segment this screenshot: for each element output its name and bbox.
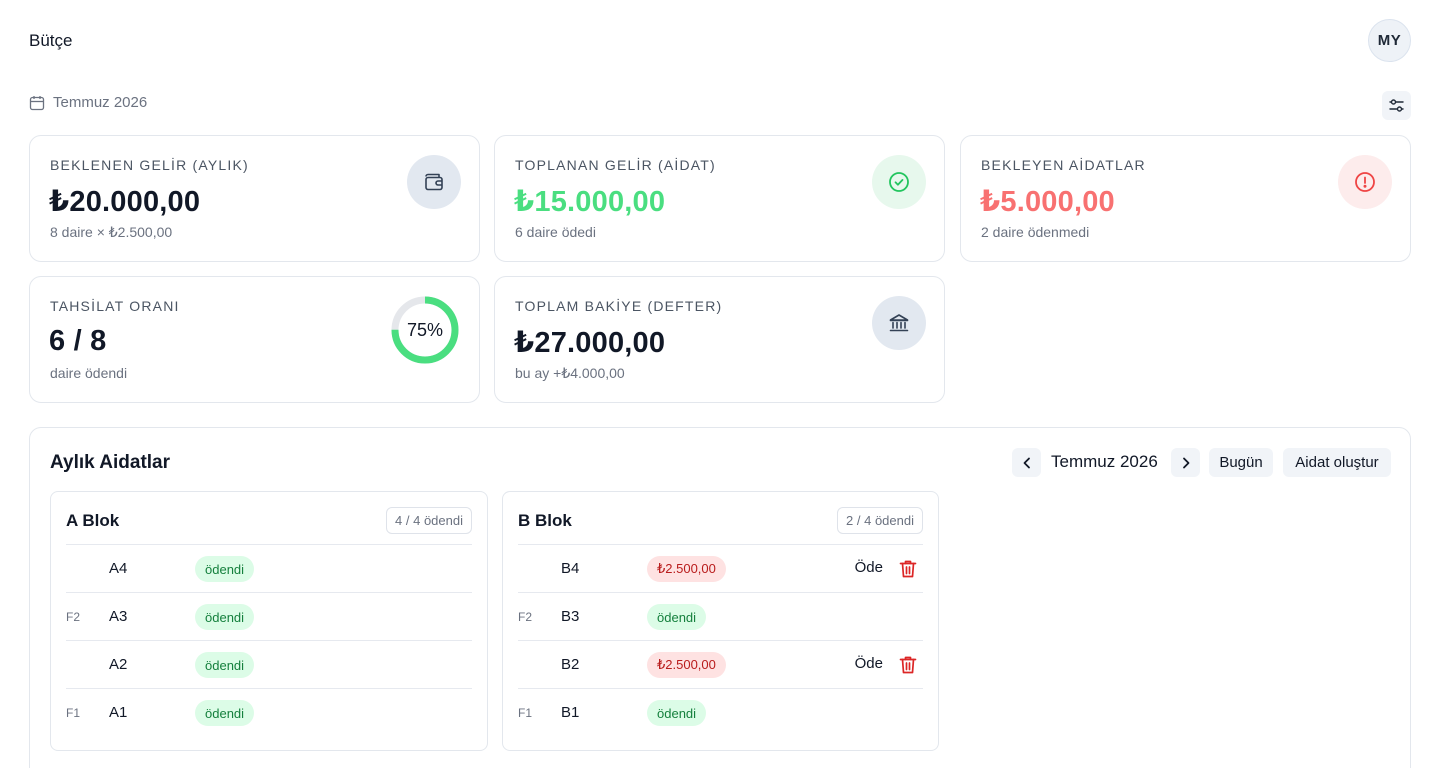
monthly-dues-section: Aylık Aidatlar Temmuz 2026 Bugün Aidat o… [29, 427, 1411, 768]
chevron-left-icon [1023, 457, 1030, 468]
next-month-button[interactable] [1171, 448, 1200, 477]
card-subtitle: 2 daire ödenmedi [981, 224, 1090, 240]
unit-row: A4 ödendi [66, 544, 472, 592]
card-label: TAHSİLAT ORANI [50, 298, 180, 314]
alert-circle-icon [1338, 155, 1392, 209]
card-value: ₺15.000,00 [514, 186, 666, 218]
card-subtitle: daire ödendi [50, 365, 128, 381]
amount-due-badge: ₺2.500,00 [647, 556, 726, 582]
sliders-icon [1389, 99, 1404, 112]
unit-label: B1 [561, 704, 580, 721]
unit-row: B2 ₺2.500,00 Öde [518, 640, 923, 688]
top-bar: Bütçe MY [0, 0, 1440, 82]
block-unit-list: A4 ödendi F2 A3 ödendi A2 ödendi F1 A1 ö… [66, 544, 472, 736]
block-card-b: B Blok 2 / 4 ödendi B4 ₺2.500,00 Öde F2 … [502, 491, 939, 751]
collection-rate-card: TAHSİLAT ORANI 6 / 8 daire ödendi 75% [29, 276, 480, 403]
status-badge: ödendi [195, 556, 255, 582]
unit-label: A4 [109, 560, 128, 577]
card-value: 6 / 8 [49, 325, 107, 357]
floor-label: F2 [66, 610, 81, 624]
card-label: TOPLAM BAKİYE (DEFTER) [515, 298, 723, 314]
user-avatar[interactable]: MY [1368, 19, 1411, 62]
amount-due-badge: ₺2.500,00 [647, 652, 726, 678]
floor-label: F1 [518, 706, 533, 720]
pay-button[interactable]: Öde [855, 655, 883, 672]
total-balance-card: TOPLAM BAKİYE (DEFTER) ₺27.000,00 bu ay … [494, 276, 945, 403]
pay-button[interactable]: Öde [855, 559, 883, 576]
card-label: TOPLANAN GELİR (AİDAT) [515, 157, 716, 173]
status-badge: ödendi [195, 604, 255, 630]
status-badge: ödendi [647, 604, 707, 630]
card-label: BEKLENEN GELİR (AYLIK) [50, 157, 249, 173]
unit-row: F2 B3 ödendi [518, 592, 923, 640]
unit-label: B2 [561, 656, 580, 673]
block-paid-count: 4 / 4 ödendi [386, 507, 472, 534]
trash-icon [899, 656, 917, 674]
unit-label: B3 [561, 608, 580, 625]
create-dues-button[interactable]: Aidat oluştur [1283, 448, 1391, 477]
status-badge: ödendi [195, 700, 255, 726]
card-label: BEKLEYEN AİDATLAR [981, 157, 1146, 173]
delete-button[interactable] [898, 654, 918, 676]
card-value: ₺5.000,00 [980, 186, 1115, 218]
block-title: A Blok [66, 511, 120, 530]
unit-label: A1 [109, 704, 128, 721]
delete-button[interactable] [898, 558, 918, 580]
section-title: Aylık Aidatlar [50, 452, 171, 473]
card-subtitle: 8 daire × ₺2.500,00 [50, 224, 173, 240]
trash-icon [899, 560, 917, 578]
unit-label: A3 [109, 608, 128, 625]
check-circle-icon [872, 155, 926, 209]
unit-label: A2 [109, 656, 128, 673]
floor-label: F2 [518, 610, 533, 624]
calendar-icon [29, 95, 45, 110]
unit-row: F2 A3 ödendi [66, 592, 472, 640]
wallet-icon [407, 155, 461, 209]
card-subtitle: 6 daire ödedi [515, 224, 596, 240]
period-selector[interactable]: Temmuz 2026 [29, 94, 147, 111]
current-month-label: Temmuz 2026 [1051, 452, 1158, 471]
block-unit-list: B4 ₺2.500,00 Öde F2 B3 ödendi B2 ₺2.500,… [518, 544, 923, 736]
status-badge: ödendi [195, 652, 255, 678]
previous-month-button[interactable] [1012, 448, 1041, 477]
chevron-right-icon [1182, 457, 1189, 468]
unit-row: F1 A1 ödendi [66, 688, 472, 736]
period-label: Temmuz 2026 [53, 94, 148, 111]
floor-label: F1 [66, 706, 81, 720]
filter-button[interactable] [1382, 91, 1411, 120]
status-badge: ödendi [647, 700, 707, 726]
app-title: Bütçe [29, 31, 73, 50]
bank-icon [872, 296, 926, 350]
unit-row: B4 ₺2.500,00 Öde [518, 544, 923, 592]
pending-dues-card: BEKLEYEN AİDATLAR ₺5.000,00 2 daire öden… [960, 135, 1411, 262]
card-value: ₺27.000,00 [514, 327, 666, 359]
card-value: ₺20.000,00 [49, 186, 201, 218]
expected-income-card: BEKLENEN GELİR (AYLIK) ₺20.000,00 8 dair… [29, 135, 480, 262]
unit-row: A2 ödendi [66, 640, 472, 688]
collected-income-card: TOPLANAN GELİR (AİDAT) ₺15.000,00 6 dair… [494, 135, 945, 262]
progress-percent: 75% [406, 319, 444, 340]
unit-label: B4 [561, 560, 580, 577]
block-card-a: A Blok 4 / 4 ödendi A4 ödendi F2 A3 öden… [50, 491, 488, 751]
today-button[interactable]: Bugün [1209, 448, 1273, 477]
unit-row: F1 B1 ödendi [518, 688, 923, 736]
block-title: B Blok [518, 511, 572, 530]
card-subtitle: bu ay +₺4.000,00 [515, 365, 625, 381]
block-paid-count: 2 / 4 ödendi [837, 507, 923, 534]
